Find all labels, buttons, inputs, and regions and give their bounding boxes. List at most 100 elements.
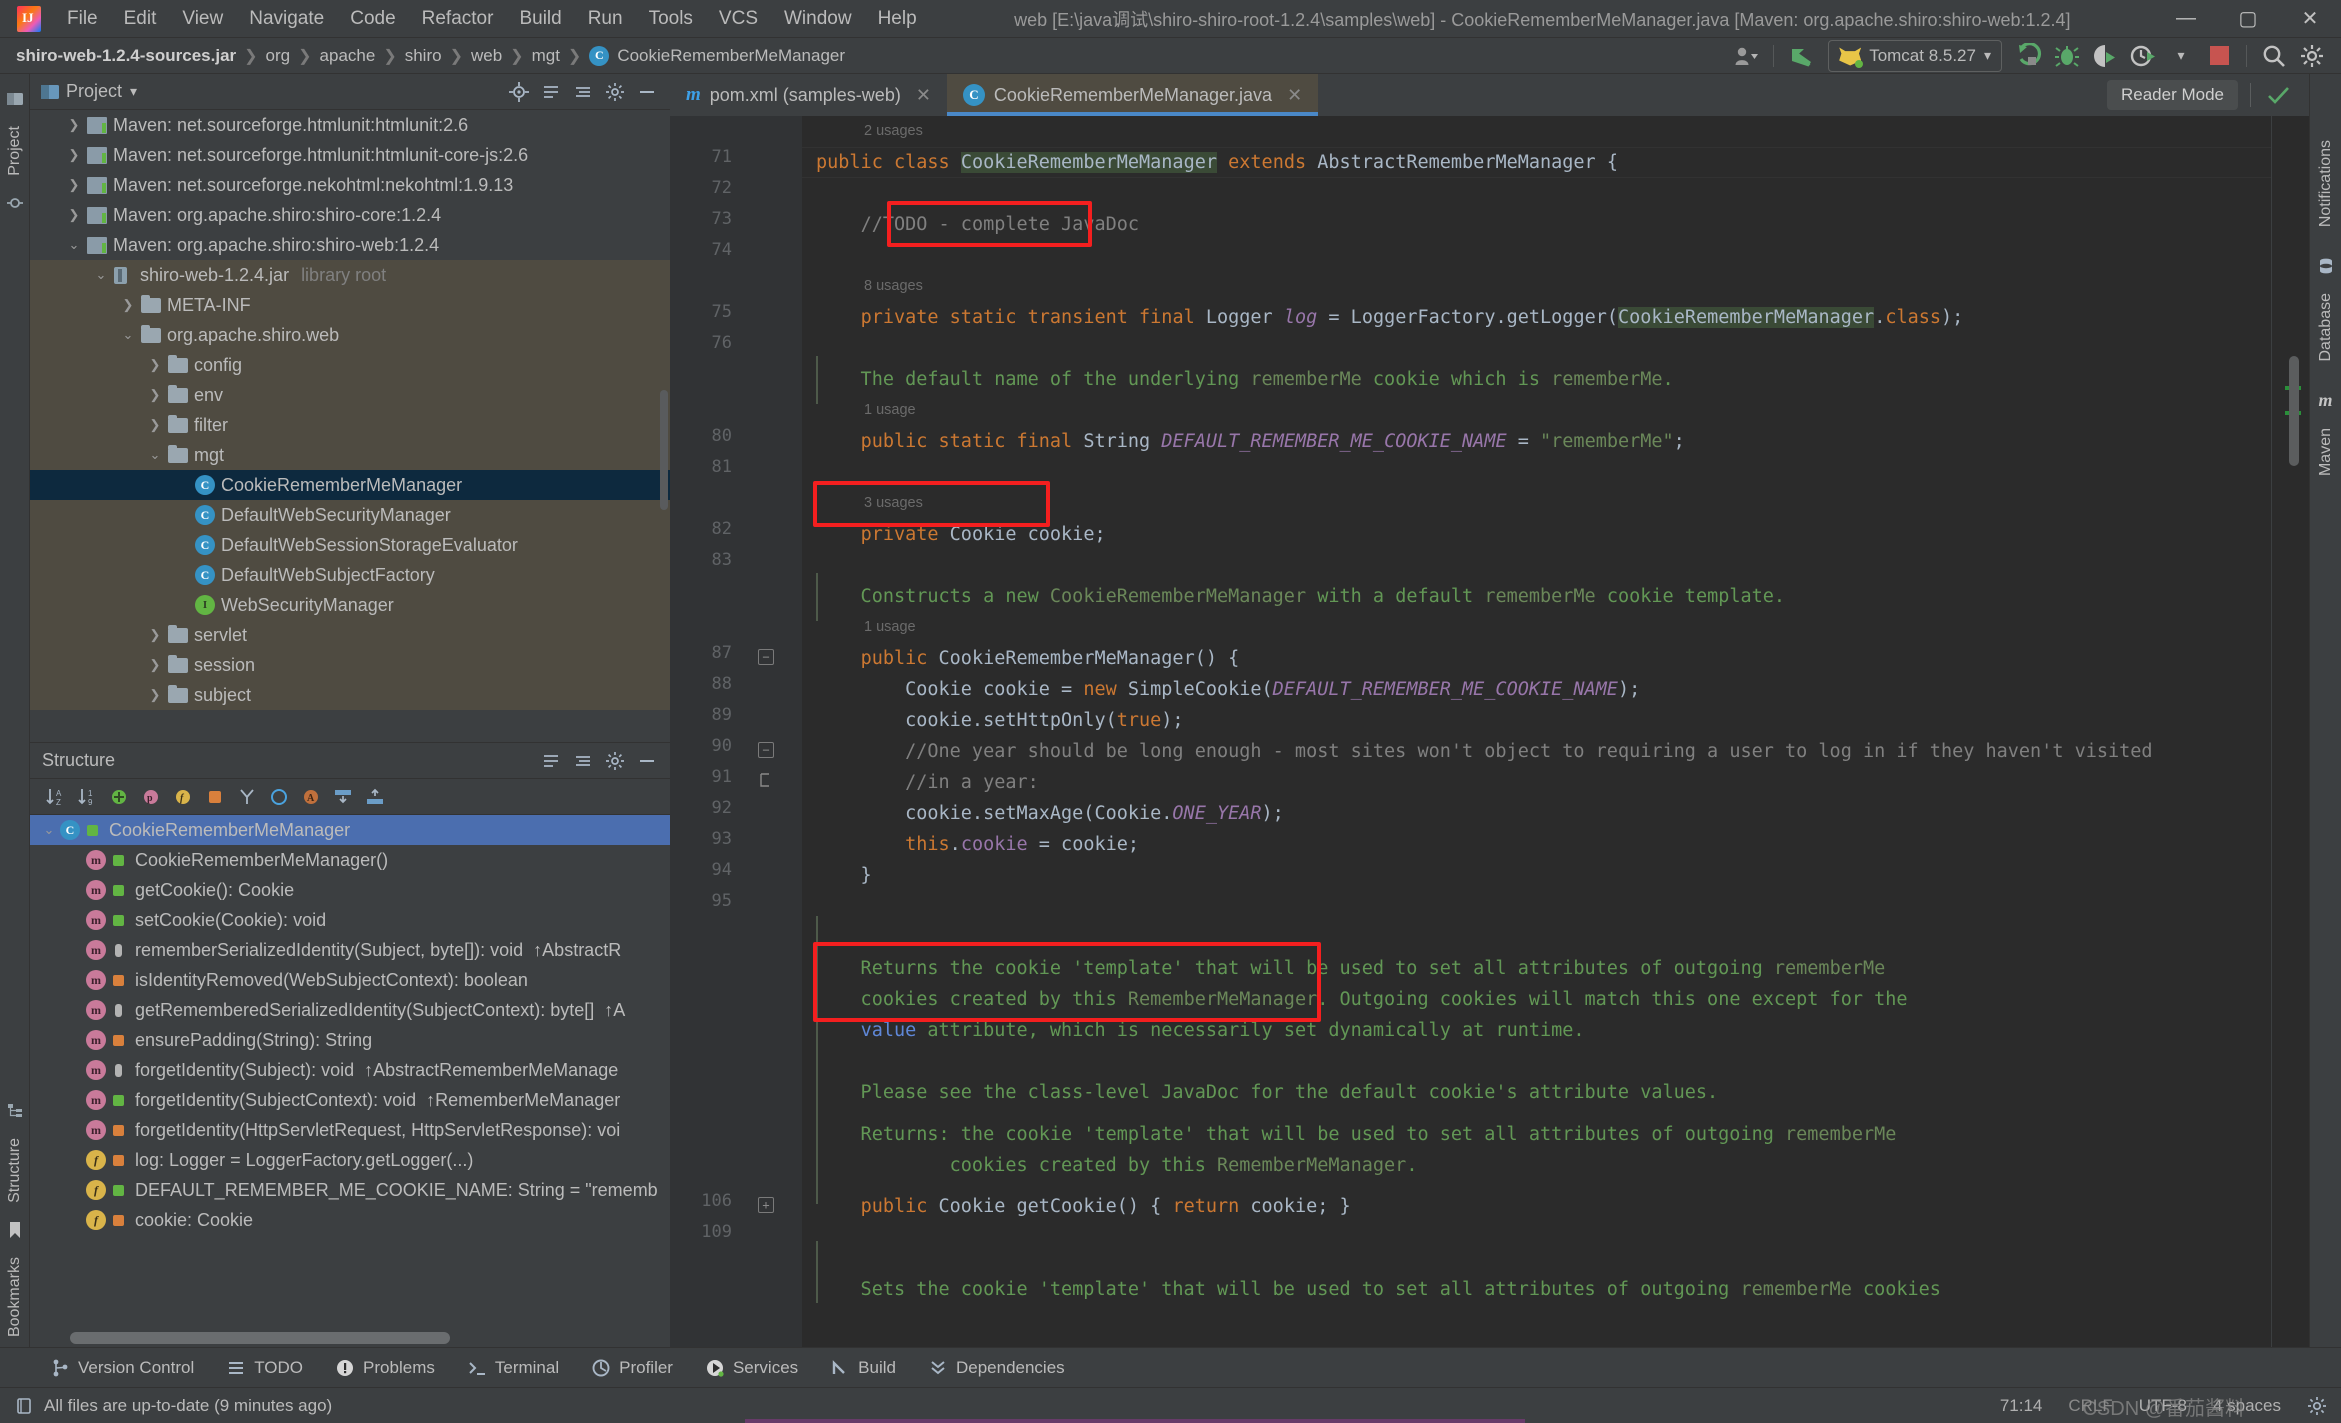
hide-panel-icon[interactable] [632, 747, 662, 775]
menu-item-vcs[interactable]: VCS [706, 3, 771, 35]
sidebar-item-maven[interactable]: Maven [2317, 418, 2335, 486]
fold-marker[interactable]: − [758, 649, 774, 665]
structure-item[interactable]: f cookie: Cookie [30, 1205, 670, 1235]
structure-item[interactable]: m getRememberedSerializedIdentity(Subject… [30, 995, 670, 1025]
chevron-down-icon[interactable]: ⌄ [117, 327, 139, 343]
expand-all-structure-icon[interactable] [328, 783, 358, 811]
tree-node[interactable]: ❯ Maven: net.sourceforge.htmlunit:htmluni… [30, 140, 670, 170]
structure-item[interactable]: m getCookie(): Cookie [30, 875, 670, 905]
chevron-right-icon[interactable]: ❯ [63, 117, 85, 133]
fold-marker[interactable]: + [758, 1197, 774, 1213]
tree-node[interactable]: ❯ Maven: org.apache.shiro:shiro-core:1.2.… [30, 200, 670, 230]
structure-item[interactable]: m CookieRememberMeManager() [30, 845, 670, 875]
code-editor[interactable]: 2 usages public class CookieRememberMeMan… [802, 116, 2271, 1347]
chevron-right-icon[interactable]: ❯ [144, 687, 166, 703]
structure-item[interactable]: f log: Logger = LoggerFactory.getLogger(.… [30, 1145, 670, 1175]
gear-icon[interactable] [600, 747, 630, 775]
close-icon[interactable]: ✕ [916, 85, 931, 106]
hide-panel-icon[interactable] [632, 78, 662, 106]
editor-scrollbar[interactable] [2289, 356, 2299, 466]
tree-node[interactable]: ❯ env [30, 380, 670, 410]
update-arrow-icon[interactable] [1782, 40, 1820, 72]
structure-tool-icon[interactable] [4, 1100, 26, 1122]
sidebar-item-structure[interactable]: Structure [6, 1128, 24, 1213]
chevron-down-icon[interactable]: ⌄ [63, 237, 85, 253]
show-properties-icon[interactable]: p [136, 783, 166, 811]
structure-list[interactable]: ⌄ C CookieRememberMeManager m CookieRemember… [30, 815, 670, 1347]
chevron-right-icon[interactable]: ❯ [63, 177, 85, 193]
menu-item-code[interactable]: Code [337, 3, 408, 35]
bottom-tab-profiler[interactable]: Profiler [575, 1354, 689, 1382]
expand-all-icon[interactable] [536, 78, 566, 106]
tree-node[interactable]: ❯ META-INF [30, 290, 670, 320]
tab-cookieremembermemanager-java[interactable]: C CookieRememberMeManager.java ✕ [946, 74, 1319, 116]
sidebar-item-database[interactable]: Database [2317, 283, 2335, 372]
settings-gear-icon[interactable] [2307, 1396, 2327, 1416]
chevron-down-icon[interactable]: ▾ [1984, 47, 1991, 64]
group-methods-icon[interactable] [232, 783, 262, 811]
inspection-status-icon[interactable] [2265, 82, 2291, 108]
commit-tool-icon[interactable] [4, 192, 26, 214]
sidebar-item-project[interactable]: Project [6, 116, 24, 186]
chevron-down-icon[interactable]: ⌄ [38, 822, 60, 838]
tree-node[interactable]: ⌄ Maven: org.apache.shiro:shiro-web:1.2.4 [30, 230, 670, 260]
maven-icon[interactable]: m [2315, 390, 2337, 412]
project-tree[interactable]: ❯ Maven: net.sourceforge.htmlunit:htmluni… [30, 110, 670, 742]
main-menu-bar[interactable]: File Edit View Navigate Code Refactor Build Run… [54, 3, 930, 35]
bottom-tab-todo[interactable]: TODO [210, 1354, 319, 1382]
settings-gear-icon[interactable] [2293, 40, 2331, 72]
structure-item[interactable]: m forgetIdentity(HttpServletRequest, Http… [30, 1115, 670, 1145]
structure-item[interactable]: m rememberSerializedIdentity(Subject, byt… [30, 935, 670, 965]
tree-node[interactable]: ❯ session [30, 650, 670, 680]
sidebar-item-bookmarks[interactable]: Bookmarks [6, 1247, 24, 1347]
tree-node[interactable]: ❯ Maven: net.sourceforge.htmlunit:htmluni… [30, 110, 670, 140]
tree-node[interactable]: I WebSecurityManager [30, 590, 670, 620]
show-fields-icon[interactable]: f [168, 783, 198, 811]
debug-icon[interactable] [2048, 40, 2086, 72]
database-icon[interactable] [2315, 255, 2337, 277]
menu-item-navigate[interactable]: Navigate [236, 3, 337, 35]
chevron-right-icon[interactable]: ❯ [144, 387, 166, 403]
chevron-right-icon[interactable]: ❯ [63, 147, 85, 163]
bottom-tab-terminal[interactable]: Terminal [451, 1354, 575, 1382]
structure-item[interactable]: m forgetIdentity(SubjectContext): void ↑Re… [30, 1085, 670, 1115]
expand-all-icon[interactable] [536, 747, 566, 775]
menu-item-window[interactable]: Window [771, 3, 865, 35]
bottom-tab-services[interactable]: Services [689, 1354, 814, 1382]
user-profile-icon[interactable] [1727, 40, 1765, 72]
breadcrumb-item-6[interactable]: CookieRememberMeManager [617, 46, 845, 66]
profiler-icon[interactable] [2124, 40, 2162, 72]
bottom-tab-dependencies[interactable]: Dependencies [912, 1354, 1081, 1382]
bookmarks-icon[interactable] [4, 1219, 26, 1241]
structure-horizontal-scrollbar[interactable] [70, 1332, 450, 1344]
bottom-tab-problems[interactable]: Problems [319, 1354, 451, 1382]
tree-node[interactable]: ❯ config [30, 350, 670, 380]
chevron-down-icon[interactable]: ⌄ [144, 447, 166, 463]
breadcrumb[interactable]: shiro-web-1.2.4-sources.jar ❯ org ❯ apache ❯ s… [16, 45, 845, 66]
read-only-lock-icon[interactable] [14, 1396, 34, 1416]
tree-node[interactable]: ❯ subject [30, 680, 670, 710]
close-icon[interactable]: ✕ [1287, 85, 1302, 106]
run-icon[interactable] [2010, 40, 2048, 72]
chevron-down-icon[interactable]: ▾ [2162, 40, 2200, 72]
menu-item-build[interactable]: Build [506, 3, 574, 35]
breadcrumb-item-1[interactable]: org [266, 46, 291, 66]
menu-item-edit[interactable]: Edit [111, 3, 170, 35]
gear-icon[interactable] [600, 78, 630, 106]
menu-item-refactor[interactable]: Refactor [409, 3, 507, 35]
breadcrumb-item-0[interactable]: shiro-web-1.2.4-sources.jar [16, 46, 236, 66]
editor-gutter[interactable]: 71 72 73 74 75 76 80 81 82 83 87 88 89 90 91 92 93 94 95 10… [670, 116, 802, 1347]
menu-item-tools[interactable]: Tools [636, 3, 706, 35]
sort-by-visibility-icon[interactable]: 19 [72, 783, 102, 811]
collapse-all-icon[interactable] [568, 747, 598, 775]
bottom-tab-version-control[interactable]: Version Control [34, 1354, 210, 1382]
search-everywhere-icon[interactable] [2255, 40, 2293, 72]
sort-alphabetically-icon[interactable]: AZ [40, 783, 70, 811]
structure-item[interactable]: m ensurePadding(String): String [30, 1025, 670, 1055]
tree-node[interactable]: ⌄ org.apache.shiro.web [30, 320, 670, 350]
breadcrumb-item-4[interactable]: web [471, 46, 502, 66]
chevron-down-icon[interactable]: ⌄ [90, 267, 112, 283]
chevron-right-icon[interactable]: ❯ [144, 417, 166, 433]
tree-node[interactable]: C DefaultWebSecurityManager [30, 500, 670, 530]
maximize-button[interactable]: ▢ [2217, 0, 2279, 38]
